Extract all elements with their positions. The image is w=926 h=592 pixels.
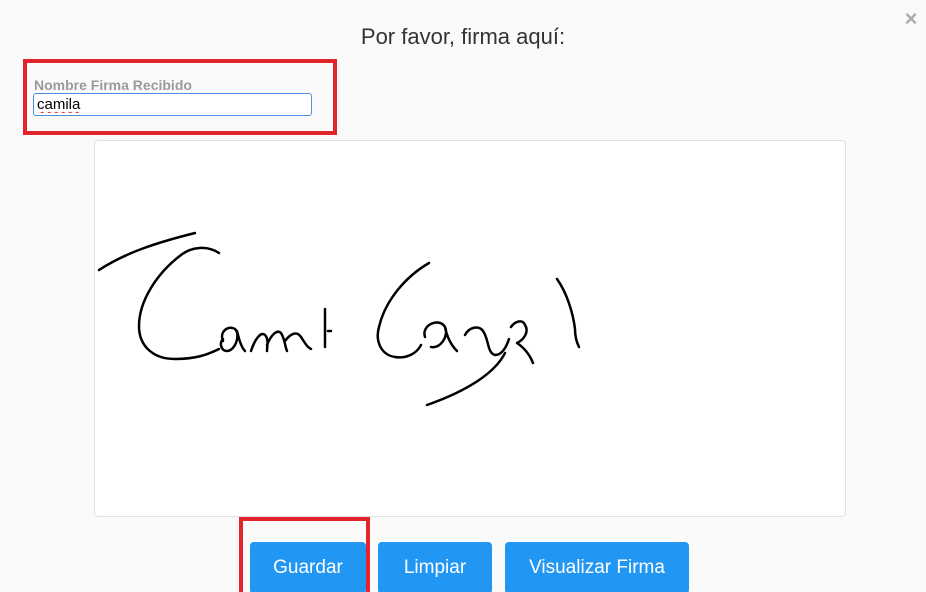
signature-stroke bbox=[555, 277, 581, 349]
signature-dialog: Por favor, firma aquí: × Nombre Firma Re… bbox=[0, 0, 926, 592]
signature-stroke bbox=[137, 246, 221, 361]
signature-stroke bbox=[423, 321, 459, 353]
signature-stroke bbox=[376, 261, 431, 359]
clear-button[interactable]: Limpiar bbox=[378, 542, 492, 592]
signature-pad[interactable] bbox=[94, 140, 846, 517]
signature-stroke bbox=[425, 326, 511, 407]
view-signature-button[interactable]: Visualizar Firma bbox=[505, 542, 689, 592]
name-field[interactable] bbox=[33, 93, 312, 116]
signature-stroke bbox=[249, 330, 313, 353]
dialog-title: Por favor, firma aquí: bbox=[360, 24, 566, 49]
close-icon[interactable]: × bbox=[900, 8, 922, 30]
signature-stroke bbox=[97, 231, 197, 272]
signature-stroke bbox=[509, 320, 535, 365]
signature-drawing bbox=[97, 231, 581, 407]
save-button[interactable]: Guardar bbox=[250, 542, 366, 592]
signature-stroke bbox=[323, 307, 333, 349]
name-field-label: Nombre Firma Recibido bbox=[34, 77, 192, 93]
signature-stroke bbox=[219, 326, 247, 353]
